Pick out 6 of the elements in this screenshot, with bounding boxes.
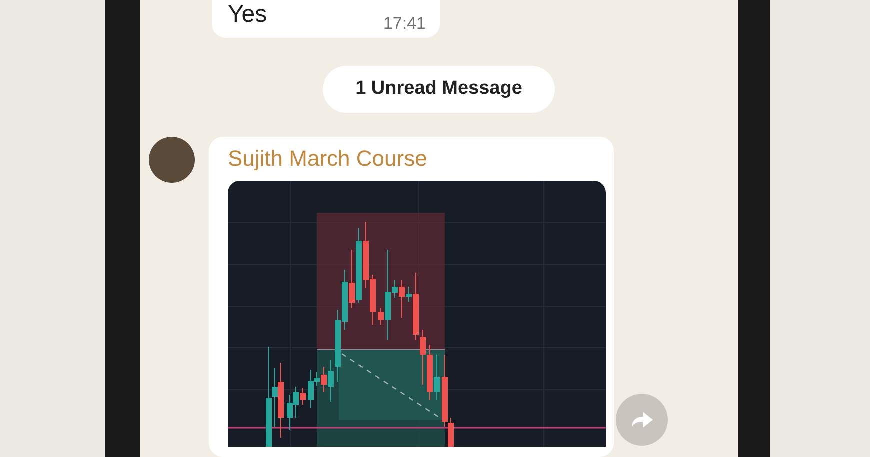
sender-name[interactable]: Sujith March Course [228,145,614,173]
unread-divider: 1 Unread Message [322,66,556,113]
forward-arrow-icon [629,410,655,430]
message-text: Yes [228,0,268,30]
avatar-photo-placeholder[interactable] [149,137,195,183]
message-time: 17:41 [383,14,426,34]
